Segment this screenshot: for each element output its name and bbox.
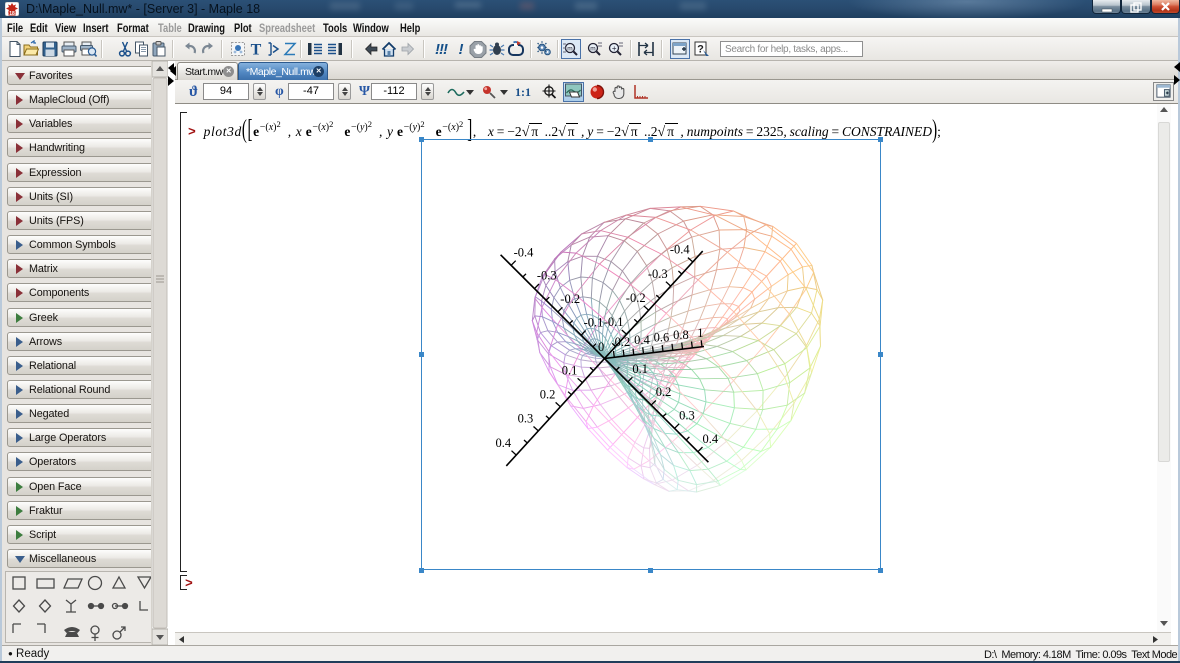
svg-text:0.3: 0.3 — [518, 412, 534, 426]
svg-text:!!!: !!! — [435, 41, 448, 58]
svg-text:0.4: 0.4 — [634, 333, 650, 347]
svg-text:T: T — [251, 42, 262, 59]
svg-text:m: m — [590, 46, 595, 53]
svg-text:0.1: 0.1 — [632, 362, 648, 376]
svg-text:m: m — [567, 46, 572, 53]
svg-text:0.2: 0.2 — [615, 335, 631, 349]
svg-text:-0.4: -0.4 — [670, 243, 691, 257]
svg-text:-0.4: -0.4 — [514, 245, 535, 259]
svg-text:-0.3: -0.3 — [648, 267, 668, 281]
svg-text:0.6: 0.6 — [654, 331, 670, 345]
svg-text:1: 1 — [697, 326, 703, 340]
svg-text:18: 18 — [9, 11, 15, 16]
svg-text:0: 0 — [598, 340, 604, 354]
svg-text:0.2: 0.2 — [656, 385, 672, 399]
svg-text:0.1: 0.1 — [562, 363, 578, 377]
svg-text:-0.3: -0.3 — [537, 269, 557, 283]
svg-text:-0.2: -0.2 — [560, 292, 580, 306]
svg-text:0.4: 0.4 — [495, 436, 511, 450]
svg-text:+: + — [612, 44, 617, 53]
svg-text:0.4: 0.4 — [702, 432, 718, 446]
svg-text:!: ! — [459, 41, 464, 58]
svg-text:-0.1: -0.1 — [584, 315, 604, 329]
svg-text:-0.2: -0.2 — [626, 291, 646, 305]
svg-text:-0.1: -0.1 — [604, 315, 624, 329]
svg-text:0.8: 0.8 — [673, 328, 689, 342]
svg-text:0.3: 0.3 — [679, 409, 695, 423]
svg-text:?: ? — [697, 44, 704, 56]
svg-text:0.2: 0.2 — [540, 388, 556, 402]
